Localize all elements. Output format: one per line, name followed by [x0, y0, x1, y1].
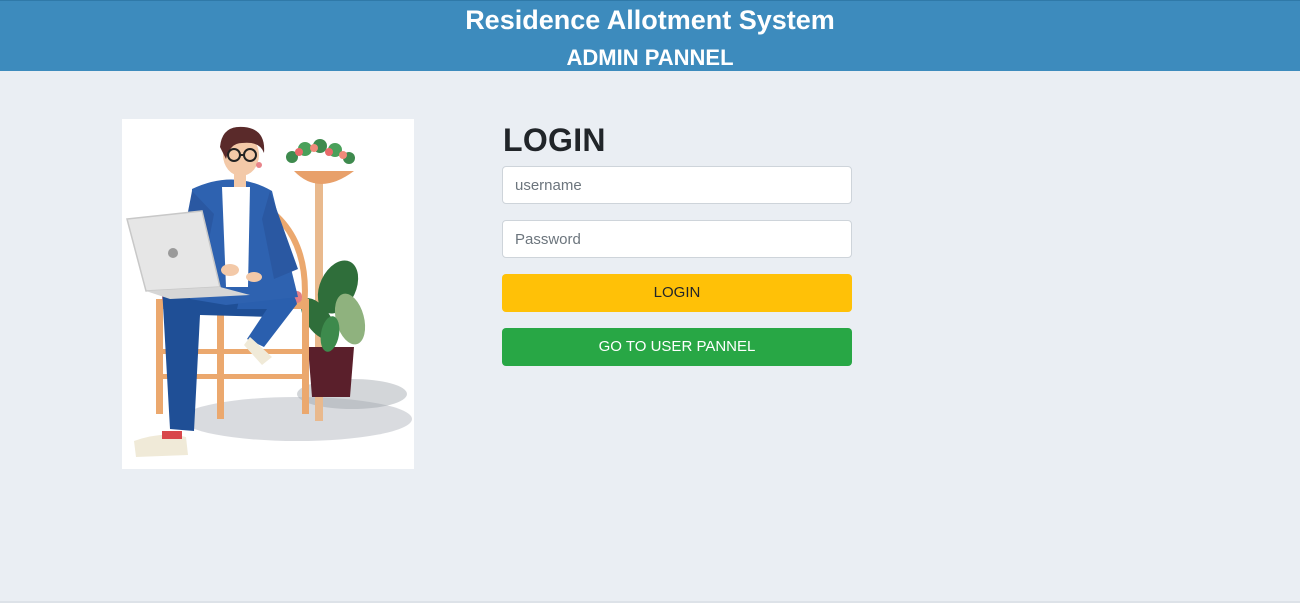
illustration-graphic: [126, 126, 412, 457]
password-input[interactable]: [502, 220, 852, 258]
login-button[interactable]: LOGIN: [502, 274, 852, 312]
site-title: Residence Allotment System: [465, 5, 835, 35]
panel-title: ADMIN PANNEL: [566, 45, 734, 70]
person-laptop-illustration: [122, 119, 414, 469]
login-form: LOGIN LOGIN GO TO USER PANNEL: [502, 122, 852, 382]
username-input[interactable]: [502, 166, 852, 204]
login-heading: LOGIN: [503, 122, 606, 158]
header-bar: Residence Allotment System ADMIN PANNEL: [0, 0, 1300, 71]
go-to-user-panel-button[interactable]: GO TO USER PANNEL: [502, 328, 852, 366]
